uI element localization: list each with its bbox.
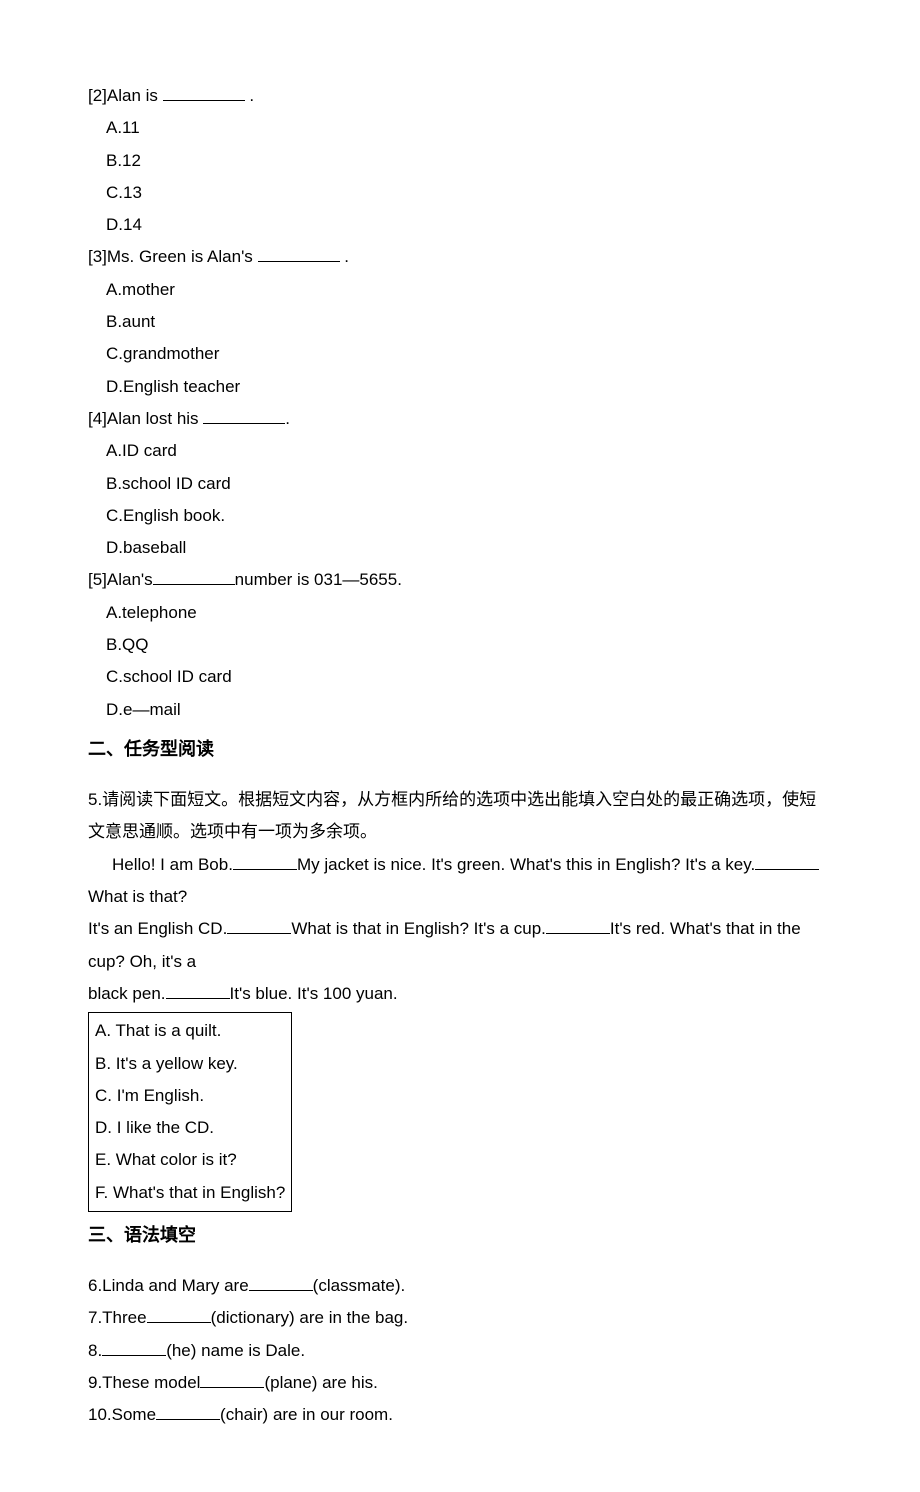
passage-line-2: It's an English CD. What is that in Engli…	[88, 913, 832, 978]
p2-b: What is that in English? It's a cup.	[291, 919, 546, 938]
section-3-heading: 三、语法填空	[88, 1218, 832, 1252]
q4-option-a[interactable]: A.ID card	[88, 435, 832, 467]
q3-option-c[interactable]: C.grandmother	[88, 338, 832, 370]
grammar-item-10: 10.Some (chair) are in our room.	[88, 1399, 832, 1431]
p1-a: Hello! I am Bob.	[112, 855, 233, 874]
q4-option-c[interactable]: C.English book.	[88, 500, 832, 532]
section-2-heading: 二、任务型阅读	[88, 732, 832, 766]
section-2-instructions: 5.请阅读下面短文。根据短文内容，从方框内所给的选项中选出能填入空白处的最正确选…	[88, 784, 832, 849]
q5-option-c[interactable]: C.school ID card	[88, 661, 832, 693]
q4-option-d[interactable]: D.baseball	[88, 532, 832, 564]
q5-option-a[interactable]: A.telephone	[88, 597, 832, 629]
p2-a: It's an English CD.	[88, 919, 227, 938]
q4-stem-post: .	[285, 409, 290, 428]
q2-stem-pre: [2]Alan is	[88, 86, 158, 105]
q5-stem-post: number is 031—5655.	[235, 570, 402, 589]
p3-b: It's blue. It's 100 yuan.	[230, 984, 398, 1003]
i9-a: 9.These model	[88, 1373, 200, 1392]
i8-a: 8.	[88, 1341, 102, 1360]
options-box: A. That is a quilt. B. It's a yellow key…	[88, 1012, 292, 1212]
q5-blank[interactable]	[153, 569, 235, 585]
passage-blank-5[interactable]	[166, 983, 230, 999]
i7-blank[interactable]	[147, 1307, 211, 1323]
i7-a: 7.Three	[88, 1308, 147, 1327]
q3-option-a[interactable]: A.mother	[88, 274, 832, 306]
q4-option-b[interactable]: B.school ID card	[88, 468, 832, 500]
p1-b: My jacket is nice. It's green. What's th…	[297, 855, 755, 874]
i6-b: (classmate).	[313, 1276, 406, 1295]
box-option-d[interactable]: D. I like the CD.	[95, 1112, 285, 1144]
q2-blank[interactable]	[163, 85, 245, 101]
passage-line-1: Hello! I am Bob. My jacket is nice. It's …	[88, 849, 832, 914]
q2-option-c[interactable]: C.13	[88, 177, 832, 209]
q4-stem-pre: [4]Alan lost his	[88, 409, 203, 428]
i10-blank[interactable]	[156, 1404, 220, 1420]
question-2-stem: [2]Alan is .	[88, 80, 832, 112]
q5-stem-pre: [5]Alan's	[88, 570, 153, 589]
page: [2]Alan is . A.11 B.12 C.13 D.14 [3]Ms. …	[0, 0, 920, 1492]
q3-stem-post: .	[344, 247, 349, 266]
q3-option-d[interactable]: D.English teacher	[88, 371, 832, 403]
q2-option-a[interactable]: A.11	[88, 112, 832, 144]
box-option-f[interactable]: F. What's that in English?	[95, 1177, 285, 1209]
q3-option-b[interactable]: B.aunt	[88, 306, 832, 338]
i8-blank[interactable]	[102, 1339, 166, 1355]
box-option-b[interactable]: B. It's a yellow key.	[95, 1048, 285, 1080]
i10-b: (chair) are in our room.	[220, 1405, 393, 1424]
passage-blank-4[interactable]	[546, 918, 610, 934]
passage-blank-2[interactable]	[755, 853, 819, 869]
passage-blank-3[interactable]	[227, 918, 291, 934]
p3-a: black pen.	[88, 984, 166, 1003]
i9-blank[interactable]	[200, 1372, 264, 1388]
q3-blank[interactable]	[258, 246, 340, 262]
grammar-item-6: 6.Linda and Mary are (classmate).	[88, 1270, 832, 1302]
i7-b: (dictionary) are in the bag.	[211, 1308, 409, 1327]
box-option-c[interactable]: C. I'm English.	[95, 1080, 285, 1112]
q4-blank[interactable]	[203, 408, 285, 424]
box-option-a[interactable]: A. That is a quilt.	[95, 1015, 285, 1047]
p1-c: What is that?	[88, 887, 187, 906]
box-option-e[interactable]: E. What color is it?	[95, 1144, 285, 1176]
i6-a: 6.Linda and Mary are	[88, 1276, 249, 1295]
grammar-item-8: 8. (he) name is Dale.	[88, 1335, 832, 1367]
q5-option-d[interactable]: D.e—mail	[88, 694, 832, 726]
question-4-stem: [4]Alan lost his .	[88, 403, 832, 435]
i9-b: (plane) are his.	[264, 1373, 377, 1392]
q2-stem-post: .	[249, 86, 254, 105]
q2-option-b[interactable]: B.12	[88, 145, 832, 177]
question-5-stem: [5]Alan's number is 031—5655.	[88, 564, 832, 596]
i6-blank[interactable]	[249, 1275, 313, 1291]
grammar-item-9: 9.These model (plane) are his.	[88, 1367, 832, 1399]
passage-line-3: black pen. It's blue. It's 100 yuan.	[88, 978, 832, 1010]
passage-blank-1[interactable]	[233, 853, 297, 869]
i8-b: (he) name is Dale.	[166, 1341, 305, 1360]
i10-a: 10.Some	[88, 1405, 156, 1424]
q3-stem-pre: [3]Ms. Green is Alan's	[88, 247, 253, 266]
question-3-stem: [3]Ms. Green is Alan's .	[88, 241, 832, 273]
grammar-item-7: 7.Three (dictionary) are in the bag.	[88, 1302, 832, 1334]
q2-option-d[interactable]: D.14	[88, 209, 832, 241]
q5-option-b[interactable]: B.QQ	[88, 629, 832, 661]
